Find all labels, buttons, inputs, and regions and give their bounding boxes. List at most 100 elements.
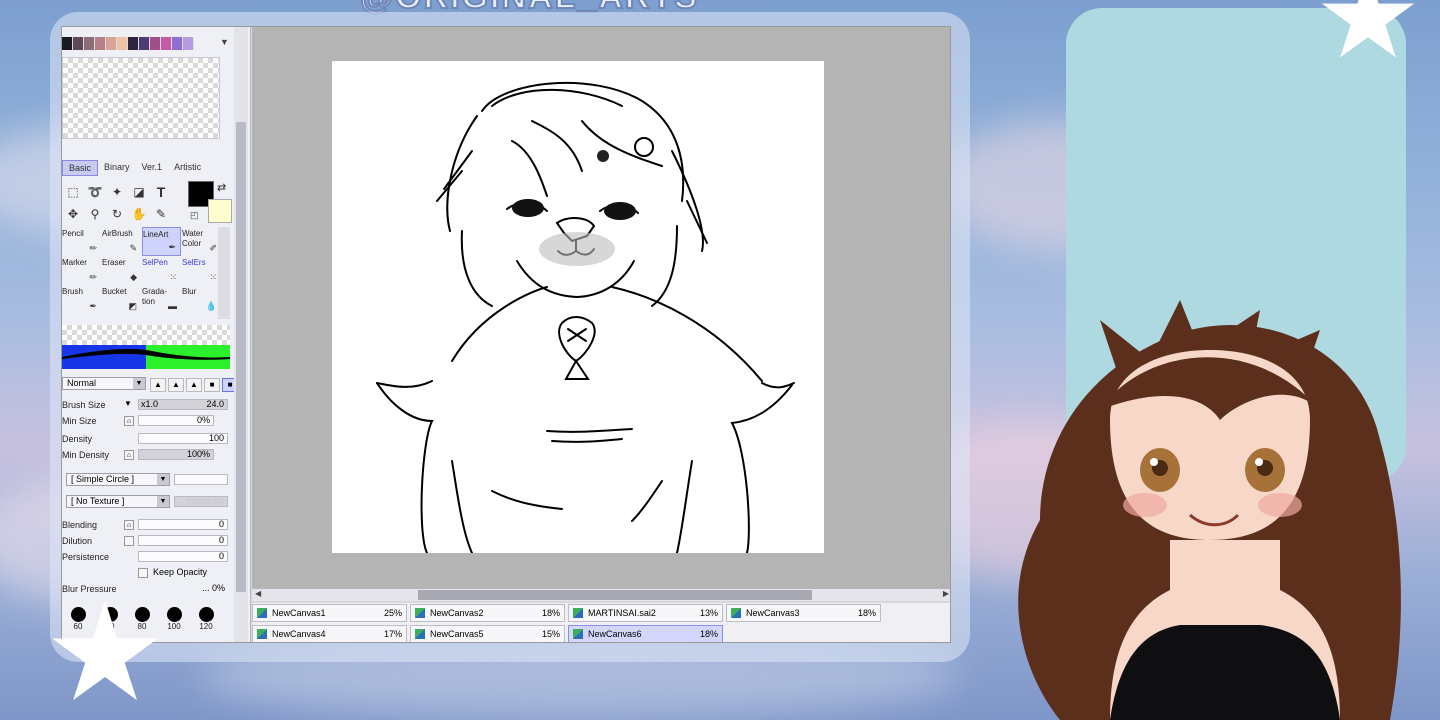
palette-swatch[interactable] [161, 37, 172, 50]
canvas-tab[interactable]: NewCanvas5 15% [410, 625, 565, 642]
canvas-viewport[interactable] [252, 27, 950, 589]
lineart-icon: ✒ [168, 242, 176, 252]
palette-swatch[interactable] [128, 37, 139, 50]
scrollbar-thumb[interactable] [418, 590, 812, 600]
dilution-label: Dilution [62, 536, 93, 546]
brush-gradation[interactable]: Grada- tion ▬ [142, 285, 181, 314]
brush-lineart[interactable]: LineArt ✒ [142, 227, 181, 256]
tool-tabs: Basic Binary Ver.1 Artistic [62, 160, 207, 176]
brush-shape-extra-field[interactable] [174, 474, 228, 485]
reset-colors-icon[interactable]: ◰ [190, 210, 199, 221]
brush-texture-select[interactable]: [ No Texture ] ▼ [66, 495, 170, 508]
min-density-pressure-toggle[interactable]: ⌂ [124, 450, 134, 460]
tab-binary[interactable]: Binary [98, 160, 136, 176]
blending-pressure-toggle[interactable]: ⌂ [124, 520, 134, 530]
drawing-canvas[interactable] [332, 61, 824, 554]
palette-swatch[interactable] [117, 37, 128, 50]
brush-pencil[interactable]: Pencil ✏ [62, 227, 101, 256]
canvas-tab[interactable]: NewCanvas3 18% [726, 604, 881, 622]
rotate-icon[interactable]: ↻ [106, 203, 128, 225]
palette-swatch[interactable] [172, 37, 183, 50]
scratchpad[interactable] [62, 57, 220, 139]
tip-shape-1[interactable]: ▲ [150, 378, 166, 392]
magic-wand-icon[interactable]: ✦ [106, 181, 128, 203]
canvas-file-icon [731, 608, 741, 618]
canvas-tab-active[interactable]: NewCanvas6 18% [568, 625, 723, 642]
brush-marker[interactable]: Marker ✏ [62, 256, 101, 285]
canvas-tab[interactable]: MARTINSAI.sai2 13% [568, 604, 723, 622]
brush-list: Pencil ✏ AirBrush ✎ LineArt ✒ Water Color ✐ … [62, 227, 232, 314]
canvas-file-icon [573, 608, 583, 618]
tip-shape-2[interactable]: ▲ [168, 378, 184, 392]
brush-list-scrollbar[interactable] [218, 227, 230, 319]
blur-pressure-row: Blur Pressure [62, 582, 117, 596]
brush-shape-select[interactable]: [ Simple Circle ] ▼ [66, 473, 170, 486]
texture-intensity-field[interactable]: Intens 95 [174, 496, 228, 507]
blend-mode-select[interactable]: Normal ▼ [62, 377, 146, 390]
keep-opacity-checkbox[interactable] [138, 568, 148, 578]
size-preset-120[interactable]: 120 [190, 605, 222, 631]
brush-blur[interactable]: Blur 💧 [182, 285, 221, 314]
blending-field[interactable]: 0 [138, 519, 228, 530]
palette-swatch[interactable] [73, 37, 84, 50]
palette-swatch[interactable] [62, 37, 73, 50]
move-icon[interactable]: ✥ [62, 203, 84, 225]
swap-colors-icon[interactable]: ⇄ [217, 181, 226, 194]
density-field[interactable]: 100 [138, 433, 228, 444]
secondary-color[interactable] [208, 199, 232, 223]
min-size-pressure-toggle[interactable]: ⌂ [124, 416, 134, 426]
min-density-field[interactable]: 100% [138, 449, 214, 460]
min-density-row: Min Density [62, 448, 109, 462]
brush-selpen[interactable]: SelPen ⁙ [142, 256, 181, 285]
zoom-icon[interactable]: ⚲ [84, 203, 106, 225]
canvas-tab[interactable]: NewCanvas1 25% [252, 604, 407, 622]
brush-watercolor[interactable]: Water Color ✐ [182, 227, 221, 256]
tip-shape-4[interactable]: ■ [204, 378, 220, 392]
canvas-tab[interactable]: NewCanvas4 17% [252, 625, 407, 642]
min-size-field[interactable]: 0% [138, 415, 214, 426]
brush-airbrush[interactable]: AirBrush ✎ [102, 227, 141, 256]
blur-pressure-field[interactable]: ... 0% [182, 584, 228, 595]
dilution-field[interactable]: 0 [138, 535, 228, 546]
persistence-field[interactable]: 0 [138, 551, 228, 562]
tab-ver1[interactable]: Ver.1 [136, 160, 169, 176]
brush-size-field[interactable]: x1.0 24.0 [138, 399, 228, 410]
dilution-pressure-toggle[interactable] [124, 536, 134, 546]
gradation-icon: ▬ [168, 301, 177, 311]
palette-swatch[interactable] [106, 37, 117, 50]
brush-tip-shapes: ▲ ▲ ▲ ■ ■ [150, 378, 238, 392]
brush-size-label: Brush Size [62, 400, 106, 410]
hand-icon[interactable]: ✋ [128, 203, 150, 225]
tab-basic[interactable]: Basic [62, 160, 99, 176]
brush-selers[interactable]: SelErs ⁙ [182, 256, 221, 285]
color-palette[interactable] [62, 37, 194, 50]
min-size-row: Min Size [62, 414, 97, 428]
canvas-tab[interactable]: NewCanvas2 18% [410, 604, 565, 622]
brush-size-dropdown-icon[interactable]: ▼ [124, 399, 132, 408]
lasso-icon[interactable]: ➰ [84, 181, 106, 203]
tip-shape-3[interactable]: ▲ [186, 378, 202, 392]
tab-artistic[interactable]: Artistic [168, 160, 207, 176]
canvas-horizontal-scrollbar[interactable]: ◀ ▶ [252, 589, 950, 601]
marquee-icon[interactable]: ⬚ [62, 181, 84, 203]
palette-swatch[interactable] [95, 37, 106, 50]
size-preset-100[interactable]: 100 [158, 605, 190, 631]
brush-bucket[interactable]: Bucket ◩ [102, 285, 141, 314]
eyedropper-icon[interactable]: ✎ [150, 203, 172, 225]
text-tool-icon[interactable]: T [150, 181, 172, 203]
palette-swatch[interactable] [84, 37, 95, 50]
palette-swatch[interactable] [183, 37, 194, 50]
size-preset-60[interactable]: 60 [62, 605, 94, 631]
persistence-row: Persistence [62, 550, 109, 564]
palette-swatch[interactable] [150, 37, 161, 50]
paint-app-window: ▼ Basic Binary Ver.1 Artistic ⬚ ➰ ✦ ◪ T … [61, 26, 951, 643]
palette-swatch[interactable] [139, 37, 150, 50]
size-preset-80[interactable]: 80 [126, 605, 158, 631]
scroll-right-icon[interactable]: ▶ [943, 589, 949, 598]
layer-move-icon[interactable]: ◪ [128, 181, 150, 203]
scroll-left-icon[interactable]: ◀ [255, 589, 261, 598]
brush-brush[interactable]: Brush ✒ [62, 285, 101, 314]
tool-panel-scrollbar[interactable] [234, 27, 248, 642]
palette-dropdown-icon[interactable]: ▼ [220, 37, 229, 47]
brush-eraser[interactable]: Eraser ◆ [102, 256, 141, 285]
